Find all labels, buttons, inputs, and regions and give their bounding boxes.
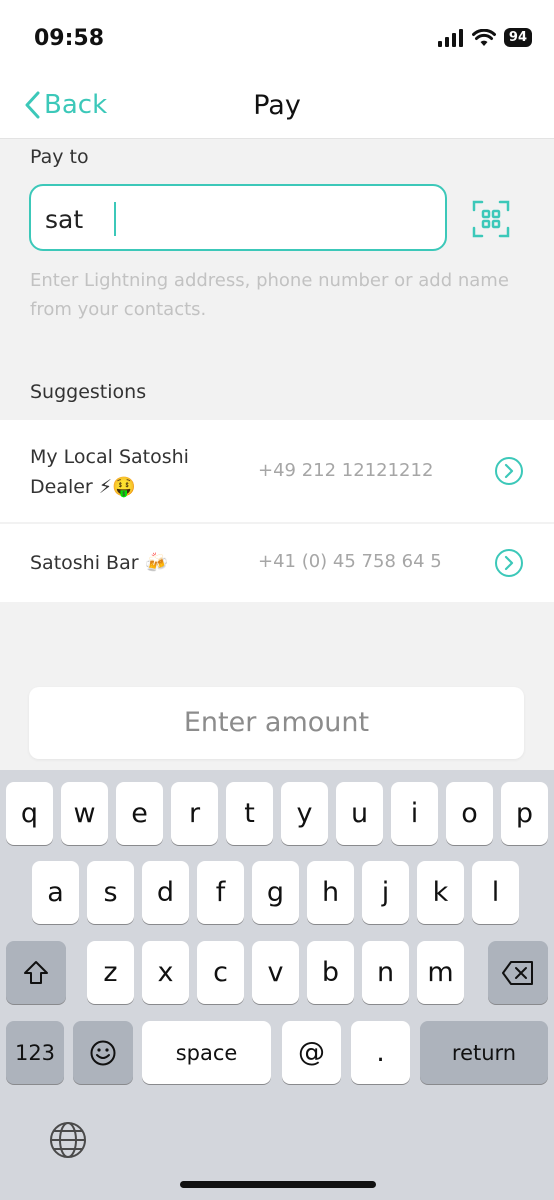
suggestion-name: Satoshi Bar 🍻 (30, 552, 169, 574)
suggestion-row[interactable]: Satoshi Bar 🍻 +41 (0) 45 758 64 5 (0, 524, 554, 602)
emoji-key[interactable] (73, 1021, 133, 1084)
space-key[interactable]: space (142, 1021, 271, 1084)
suggestion-phone: +49 212 12121212 (258, 460, 434, 481)
text-caret (114, 202, 116, 236)
key-g[interactable]: g (252, 861, 299, 924)
suggestion-phone: +41 (0) 45 758 64 5 (258, 551, 442, 572)
key-c[interactable]: c (197, 941, 244, 1004)
backspace-icon (502, 960, 533, 985)
enter-amount-button[interactable]: Enter amount (29, 687, 524, 759)
key-h[interactable]: h (307, 861, 354, 924)
key-t[interactable]: t (226, 782, 273, 845)
globe-icon[interactable] (48, 1120, 88, 1160)
key-p[interactable]: p (501, 782, 548, 845)
key-o[interactable]: o (446, 782, 493, 845)
qr-scan-icon[interactable] (472, 200, 510, 238)
key-k[interactable]: k (417, 861, 464, 924)
suggestion-name: My Local Satoshi Dealer ⚡🤑 (30, 446, 189, 498)
wifi-icon (471, 28, 496, 46)
pay-to-label: Pay to (30, 146, 89, 168)
suggestions-heading: Suggestions (30, 381, 147, 403)
nav-bar: Back Pay (0, 80, 554, 138)
key-w[interactable]: w (61, 782, 108, 845)
emoji-icon (90, 1040, 116, 1065)
key-e[interactable]: e (116, 782, 163, 845)
pay-to-hint: Enter Lightning address, phone number or… (30, 270, 509, 320)
key-i[interactable]: i (391, 782, 438, 845)
key-d[interactable]: d (142, 861, 189, 924)
key-n[interactable]: n (362, 941, 409, 1004)
shift-icon (24, 960, 48, 984)
at-key[interactable]: @ (282, 1021, 341, 1084)
page-title: Pay (253, 90, 301, 121)
key-q[interactable]: q (6, 782, 53, 845)
key-y[interactable]: y (281, 782, 328, 845)
dot-key[interactable]: . (351, 1021, 410, 1084)
arrow-right-circle-icon[interactable] (494, 456, 524, 486)
key-r[interactable]: r (171, 782, 218, 845)
numbers-key[interactable]: 123 (6, 1021, 64, 1084)
return-key[interactable]: return (420, 1021, 548, 1084)
pay-to-field[interactable] (29, 184, 447, 251)
key-b[interactable]: b (307, 941, 354, 1004)
status-bar: 09:58 94 (0, 0, 554, 80)
battery-indicator: 94 (503, 28, 532, 47)
arrow-right-circle-icon[interactable] (494, 548, 524, 578)
delete-key[interactable] (488, 941, 548, 1004)
pay-to-input[interactable] (45, 201, 425, 237)
key-a[interactable]: a (32, 861, 79, 924)
home-indicator[interactable] (180, 1181, 376, 1188)
key-j[interactable]: j (362, 861, 409, 924)
shift-key[interactable] (6, 941, 66, 1004)
key-m[interactable]: m (417, 941, 464, 1004)
status-icons: 94 (437, 28, 532, 47)
suggestion-row[interactable]: My Local Satoshi Dealer ⚡🤑 +49 212 12121… (0, 420, 554, 522)
status-time: 09:58 (34, 26, 105, 51)
key-z[interactable]: z (87, 941, 134, 1004)
signal-icon (437, 28, 463, 47)
key-s[interactable]: s (87, 861, 134, 924)
key-l[interactable]: l (472, 861, 519, 924)
key-f[interactable]: f (197, 861, 244, 924)
key-u[interactable]: u (336, 782, 383, 845)
key-x[interactable]: x (142, 941, 189, 1004)
key-v[interactable]: v (252, 941, 299, 1004)
keyboard: q w e r t y u i o p a s d f g h j k l z … (0, 770, 554, 1200)
